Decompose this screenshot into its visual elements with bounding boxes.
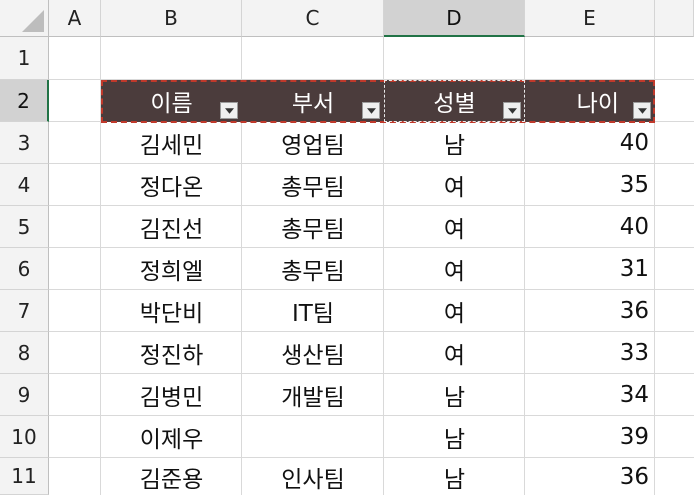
spreadsheet-grid: A B C D E 1 2 3 4 5 6 7 8 9 10 11 이름 부서 … <box>0 0 694 495</box>
cell-name[interactable]: 정진하 <box>101 332 242 374</box>
filter-dropdown-button[interactable] <box>362 102 380 119</box>
column-header-next[interactable] <box>655 0 694 37</box>
row-header-5[interactable]: 5 <box>0 206 49 248</box>
row-header-11[interactable]: 11 <box>0 458 49 495</box>
table-header-age[interactable]: 나이 <box>525 80 655 122</box>
cell-dept[interactable]: IT팀 <box>242 290 384 332</box>
table-header-gender[interactable]: 성별 <box>384 80 525 122</box>
cell-dept[interactable]: 총무팀 <box>242 248 384 290</box>
header-label: 이름 <box>150 91 193 117</box>
row-header-3[interactable]: 3 <box>0 122 49 164</box>
cell-name[interactable]: 정희엘 <box>101 248 242 290</box>
column-header-e[interactable]: E <box>525 0 655 37</box>
filter-dropdown-button[interactable] <box>503 102 521 119</box>
row-header-10[interactable]: 10 <box>0 416 49 458</box>
cell-age[interactable]: 31 <box>525 248 655 290</box>
cell-gender[interactable]: 여 <box>384 332 525 374</box>
cell-name[interactable]: 이제우 <box>101 416 242 458</box>
cell-dept[interactable]: 개발팀 <box>242 374 384 416</box>
cell-age[interactable]: 33 <box>525 332 655 374</box>
cell-name[interactable]: 김세민 <box>101 122 242 164</box>
header-label: 성별 <box>433 91 476 117</box>
cell-dept[interactable]: 총무팀 <box>242 164 384 206</box>
cell-gender[interactable]: 남 <box>384 458 525 495</box>
cell-gender[interactable]: 여 <box>384 164 525 206</box>
cell-dept[interactable]: 인사팀 <box>242 458 384 495</box>
cell-age[interactable]: 36 <box>525 290 655 332</box>
cell-name[interactable]: 김준용 <box>101 458 242 495</box>
cell-age[interactable]: 36 <box>525 458 655 495</box>
row-header-7[interactable]: 7 <box>0 290 49 332</box>
cell-name[interactable]: 김진선 <box>101 206 242 248</box>
filter-dropdown-button[interactable] <box>633 102 651 119</box>
column-header-d[interactable]: D <box>384 0 525 37</box>
cell-age[interactable]: 40 <box>525 206 655 248</box>
cell-gender[interactable]: 여 <box>384 248 525 290</box>
cell-dept[interactable]: 총무팀 <box>242 206 384 248</box>
cell-gender[interactable]: 남 <box>384 374 525 416</box>
dropdown-arrow-icon <box>366 107 376 114</box>
select-all-triangle-icon <box>22 10 44 32</box>
cell-gender[interactable]: 남 <box>384 416 525 458</box>
dropdown-arrow-icon <box>224 107 234 114</box>
row-header-4[interactable]: 4 <box>0 164 49 206</box>
table-header-name[interactable]: 이름 <box>101 80 242 122</box>
cell-name[interactable]: 박단비 <box>101 290 242 332</box>
column-header-a[interactable]: A <box>49 0 101 37</box>
cell-dept[interactable] <box>242 416 384 458</box>
select-all-button[interactable] <box>0 0 49 37</box>
row-header-1[interactable]: 1 <box>0 37 49 80</box>
dropdown-arrow-icon <box>507 107 517 114</box>
filter-dropdown-button[interactable] <box>220 102 238 119</box>
cell-age[interactable]: 34 <box>525 374 655 416</box>
row-header-2[interactable]: 2 <box>0 80 49 122</box>
row-header-6[interactable]: 6 <box>0 248 49 290</box>
cell-name[interactable]: 정다온 <box>101 164 242 206</box>
cell-dept[interactable]: 영업팀 <box>242 122 384 164</box>
row-header-9[interactable]: 9 <box>0 374 49 416</box>
cell-name[interactable]: 김병민 <box>101 374 242 416</box>
cell-age[interactable]: 39 <box>525 416 655 458</box>
cell-gender[interactable]: 남 <box>384 122 525 164</box>
row-header-8[interactable]: 8 <box>0 332 49 374</box>
column-header-b[interactable]: B <box>101 0 242 37</box>
column-header-c[interactable]: C <box>242 0 384 37</box>
dropdown-arrow-icon <box>637 107 647 114</box>
cell-age[interactable]: 40 <box>525 122 655 164</box>
cell-gender[interactable]: 여 <box>384 206 525 248</box>
table-header-dept[interactable]: 부서 <box>242 80 384 122</box>
cell-dept[interactable]: 생산팀 <box>242 332 384 374</box>
cell-age[interactable]: 35 <box>525 164 655 206</box>
header-label: 부서 <box>291 91 335 117</box>
cell-gender[interactable]: 여 <box>384 290 525 332</box>
header-label: 나이 <box>576 91 619 117</box>
